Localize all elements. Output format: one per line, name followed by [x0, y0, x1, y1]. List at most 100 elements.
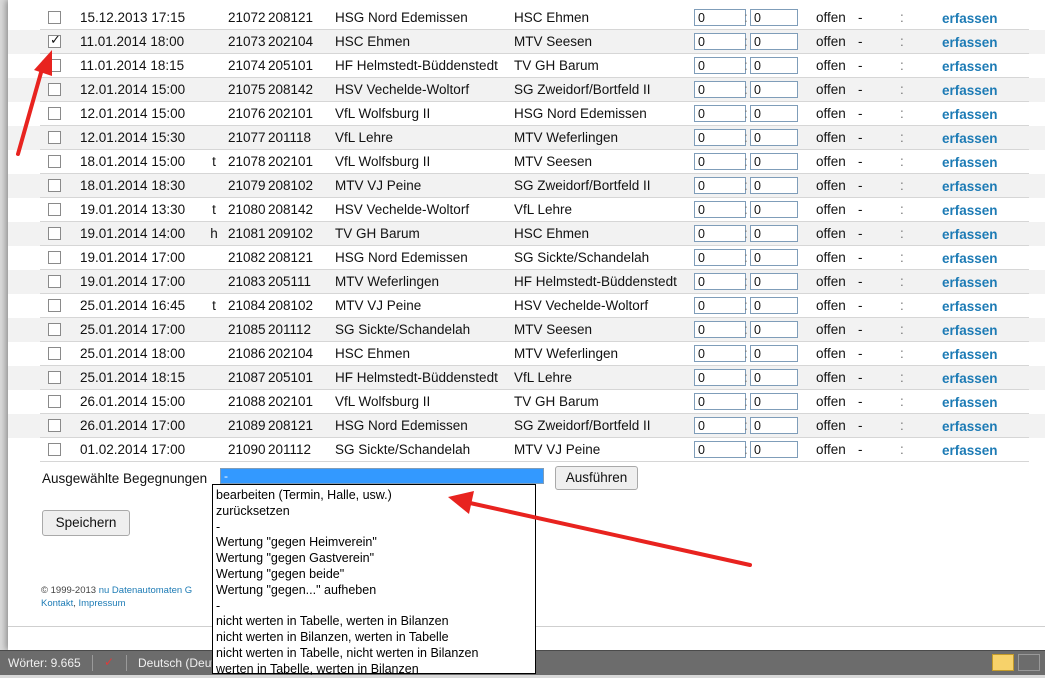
home-goals-input[interactable]: 0: [694, 321, 746, 338]
row-checkbox[interactable]: [48, 131, 61, 144]
row-checkbox[interactable]: [48, 107, 61, 120]
dropdown-option[interactable]: nicht werten in Tabelle, nicht werten in…: [213, 646, 535, 662]
action-select[interactable]: -: [220, 468, 544, 484]
erfassen-link[interactable]: erfassen: [942, 227, 998, 242]
erfassen-link[interactable]: erfassen: [942, 347, 998, 362]
guest-goals-input[interactable]: 0: [750, 321, 798, 338]
contact-link[interactable]: Kontakt: [41, 598, 73, 609]
guest-goals-input[interactable]: 0: [750, 57, 798, 74]
guest-goals-input[interactable]: 0: [750, 153, 798, 170]
home-goals-input[interactable]: 0: [694, 297, 746, 314]
home-goals-input[interactable]: 0: [694, 441, 746, 458]
dropdown-option[interactable]: Wertung "gegen..." aufheben: [213, 583, 535, 599]
guest-goals-input[interactable]: 0: [750, 417, 798, 434]
home-goals-input[interactable]: 0: [694, 345, 746, 362]
home-goals-input[interactable]: 0: [694, 153, 746, 170]
print-layout-view-icon[interactable]: [992, 654, 1014, 671]
guest-goals-input[interactable]: 0: [750, 201, 798, 218]
home-goals-input[interactable]: 0: [694, 177, 746, 194]
guest-goals-input[interactable]: 0: [750, 9, 798, 26]
erfassen-link[interactable]: erfassen: [942, 83, 998, 98]
home-goals-input[interactable]: 0: [694, 249, 746, 266]
reading-view-icon[interactable]: [1018, 654, 1040, 671]
dropdown-option[interactable]: Wertung "gegen beide": [213, 567, 535, 583]
language-indicator[interactable]: Deutsch (Deut: [138, 656, 215, 670]
guest-goals-input[interactable]: 0: [750, 177, 798, 194]
home-goals-input[interactable]: 0: [694, 129, 746, 146]
row-checkbox[interactable]: [48, 11, 61, 24]
erfassen-link[interactable]: erfassen: [942, 251, 998, 266]
row-checkbox[interactable]: [48, 155, 61, 168]
row-checkbox[interactable]: [48, 323, 61, 336]
home-goals-input[interactable]: 0: [694, 9, 746, 26]
dropdown-option[interactable]: nicht werten in Bilanzen, werten in Tabe…: [213, 630, 535, 646]
home-goals-input[interactable]: 0: [694, 393, 746, 410]
dropdown-option[interactable]: -: [213, 599, 535, 615]
home-goals-input[interactable]: 0: [694, 33, 746, 50]
guest-goals-input[interactable]: 0: [750, 273, 798, 290]
row-checkbox[interactable]: [48, 251, 61, 264]
action-dropdown-list[interactable]: bearbeiten (Termin, Halle, usw.) zurückse…: [212, 484, 536, 676]
impressum-link[interactable]: Impressum: [79, 598, 126, 609]
erfassen-link[interactable]: erfassen: [942, 299, 998, 314]
home-goals-input[interactable]: 0: [694, 105, 746, 122]
home-goals-input[interactable]: 0: [694, 417, 746, 434]
score-separator: :: [744, 298, 748, 313]
guest-goals-input[interactable]: 0: [750, 225, 798, 242]
guest-goals-input[interactable]: 0: [750, 393, 798, 410]
guest-goals-input[interactable]: 0: [750, 441, 798, 458]
row-checkbox[interactable]: [48, 203, 61, 216]
erfassen-link[interactable]: erfassen: [942, 323, 998, 338]
home-goals-input[interactable]: 0: [694, 225, 746, 242]
row-checkbox[interactable]: [48, 275, 61, 288]
spellcheck-icon[interactable]: ✓: [104, 655, 114, 669]
guest-goals-input[interactable]: 0: [750, 297, 798, 314]
home-goals-input[interactable]: 0: [694, 57, 746, 74]
erfassen-link[interactable]: erfassen: [942, 179, 998, 194]
erfassen-link[interactable]: erfassen: [942, 35, 998, 50]
dropdown-option[interactable]: -: [213, 520, 535, 536]
guest-goals-input[interactable]: 0: [750, 129, 798, 146]
erfassen-link[interactable]: erfassen: [942, 443, 998, 458]
dropdown-option[interactable]: Wertung "gegen Gastverein": [213, 551, 535, 567]
guest-goals-input[interactable]: 0: [750, 105, 798, 122]
row-checkbox[interactable]: [48, 347, 61, 360]
guest-goals-input[interactable]: 0: [750, 81, 798, 98]
home-goals-input[interactable]: 0: [694, 369, 746, 386]
row-checkbox[interactable]: [48, 419, 61, 432]
row-checkbox[interactable]: [48, 443, 61, 456]
erfassen-link[interactable]: erfassen: [942, 59, 998, 74]
erfassen-link[interactable]: erfassen: [942, 11, 998, 26]
erfassen-link[interactable]: erfassen: [942, 131, 998, 146]
erfassen-link[interactable]: erfassen: [942, 203, 998, 218]
company-link[interactable]: nu Datenautomaten G: [99, 585, 192, 596]
home-goals-input[interactable]: 0: [694, 81, 746, 98]
dropdown-option[interactable]: nicht werten in Tabelle, werten in Bilan…: [213, 614, 535, 630]
row-checkbox[interactable]: [48, 395, 61, 408]
home-goals-input[interactable]: 0: [694, 273, 746, 290]
erfassen-link[interactable]: erfassen: [942, 155, 998, 170]
run-button[interactable]: Ausführen: [555, 466, 638, 490]
guest-goals-input[interactable]: 0: [750, 369, 798, 386]
save-button[interactable]: Speichern: [42, 510, 130, 536]
guest-goals-input[interactable]: 0: [750, 345, 798, 362]
row-checkbox[interactable]: ✓: [48, 33, 61, 48]
erfassen-link[interactable]: erfassen: [942, 275, 998, 290]
row-checkbox[interactable]: [48, 227, 61, 240]
erfassen-link[interactable]: erfassen: [942, 371, 998, 386]
dropdown-option[interactable]: zurücksetzen: [213, 504, 535, 520]
dropdown-option[interactable]: Wertung "gegen Heimverein": [213, 535, 535, 551]
dropdown-option[interactable]: werten in Tabelle, werten in Bilanzen: [213, 662, 535, 678]
row-checkbox[interactable]: [48, 59, 61, 72]
guest-goals-input[interactable]: 0: [750, 33, 798, 50]
guest-goals-input[interactable]: 0: [750, 249, 798, 266]
erfassen-link[interactable]: erfassen: [942, 395, 998, 410]
erfassen-link[interactable]: erfassen: [942, 107, 998, 122]
erfassen-link[interactable]: erfassen: [942, 419, 998, 434]
row-checkbox[interactable]: [48, 83, 61, 96]
home-goals-input[interactable]: 0: [694, 201, 746, 218]
dropdown-option[interactable]: bearbeiten (Termin, Halle, usw.): [213, 488, 535, 504]
row-checkbox[interactable]: [48, 179, 61, 192]
row-checkbox[interactable]: [48, 299, 61, 312]
row-checkbox[interactable]: [48, 371, 61, 384]
